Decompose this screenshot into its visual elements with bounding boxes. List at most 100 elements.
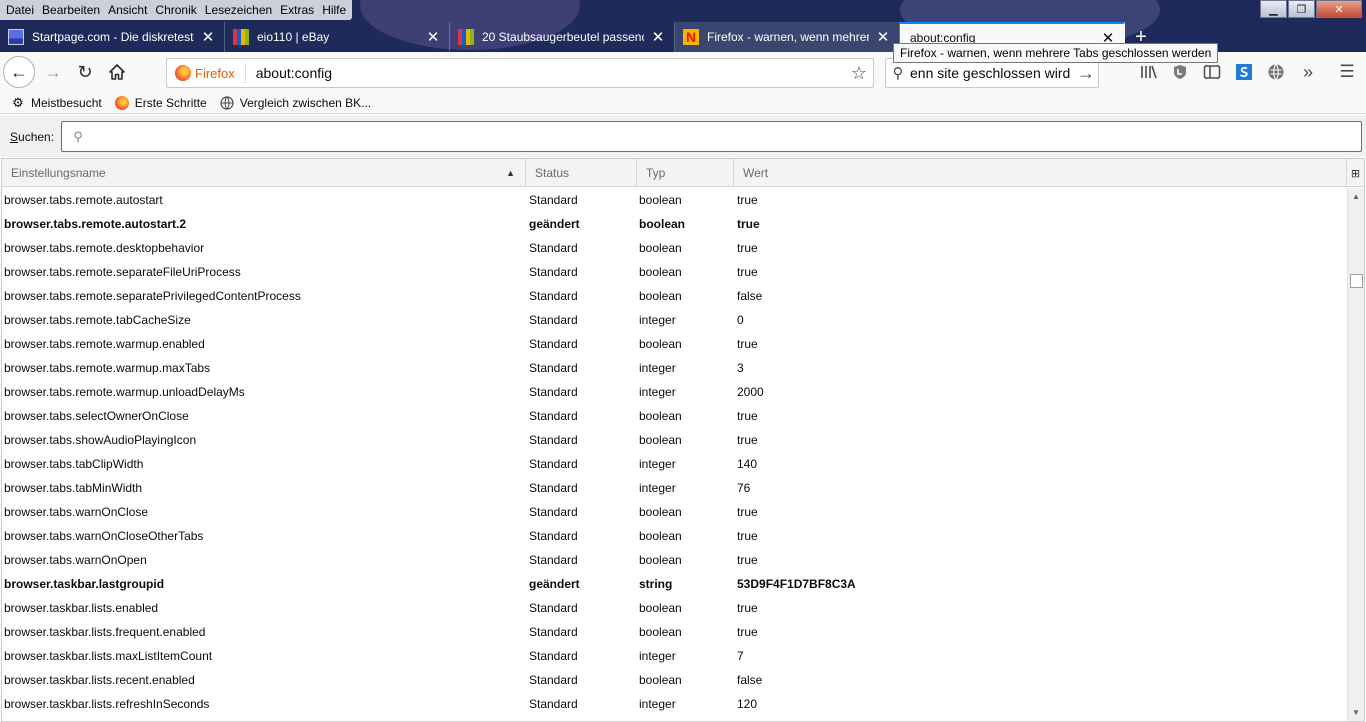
pref-name-cell: browser.tabs.remote.separatePrivilegedCo…	[4, 289, 301, 303]
pref-name-cell: browser.taskbar.lists.refreshInSeconds	[4, 697, 210, 711]
table-row[interactable]: browser.taskbar.lists.refreshInSeconds St…	[2, 692, 1348, 716]
pref-status-cell: Standard	[529, 385, 578, 399]
table-row[interactable]: browser.tabs.remote.separatePrivilegedCo…	[2, 284, 1348, 308]
column-header-name[interactable]: Einstellungsname ▲	[2, 159, 526, 187]
ublock-shield-icon[interactable]	[1168, 60, 1192, 84]
tab-staubsaugerbeutel[interactable]: 20 Staubsaugerbeutel passend ✕	[450, 22, 675, 52]
menu-bearbeiten[interactable]: Bearbeiten	[38, 0, 104, 20]
bookmark-vergleich[interactable]: Vergleich zwischen BK...	[219, 95, 371, 111]
minimize-button[interactable]: ▁	[1260, 0, 1287, 18]
table-row[interactable]: browser.tabs.warnOnCloseOtherTabs Standar…	[2, 524, 1348, 548]
tab-close-icon[interactable]: ✕	[650, 28, 666, 46]
pref-value-cell: 140	[737, 457, 758, 471]
url-text[interactable]: about:config	[256, 65, 845, 81]
column-picker-icon[interactable]: ⊞	[1346, 159, 1364, 187]
tab-ebay[interactable]: eio110 | eBay ✕	[225, 22, 450, 52]
star-icon[interactable]: ☆	[845, 63, 873, 84]
pref-name-cell: browser.tabs.warnOnCloseOtherTabs	[4, 529, 204, 543]
table-row[interactable]: browser.tabs.tabMinWidth Standard integer 7…	[2, 476, 1348, 500]
hamburger-menu-icon[interactable]: ☰	[1335, 60, 1359, 84]
overflow-chevron-icon[interactable]: »	[1296, 60, 1320, 84]
firefox-icon	[175, 65, 191, 81]
column-header-label: Wert	[743, 166, 769, 180]
maximize-button[interactable]: ❐	[1288, 0, 1315, 18]
table-row[interactable]: browser.tabs.remote.separateFileUriProce…	[2, 260, 1348, 284]
pref-value-cell: true	[737, 553, 758, 567]
url-bar[interactable]: Firefox about:config ☆	[166, 58, 874, 88]
menu-lesezeichen[interactable]: Lesezeichen	[201, 0, 276, 20]
table-row[interactable]: browser.tabs.remote.tabCacheSize Standard…	[2, 308, 1348, 332]
window-controls: ▁ ❐ ✕	[1259, 0, 1362, 18]
table-row[interactable]: browser.taskbar.lastgroupid geändert strin…	[2, 572, 1348, 596]
table-row[interactable]: browser.taskbar.lists.enabled Standard boo…	[2, 596, 1348, 620]
menu-datei[interactable]: Datei	[2, 0, 38, 20]
pref-type-cell: integer	[639, 361, 676, 375]
reload-button[interactable]: ↻	[69, 56, 101, 88]
pref-name-cell: browser.tabs.remote.autostart	[4, 193, 163, 207]
sidebar-icon[interactable]	[1200, 60, 1224, 84]
identity-box[interactable]: Firefox	[167, 65, 235, 81]
table-row[interactable]: browser.tabs.remote.warmup.maxTabs Standa…	[2, 356, 1348, 380]
menu-ansicht[interactable]: Ansicht	[104, 0, 151, 20]
pref-value-cell: true	[737, 625, 758, 639]
table-row[interactable]: browser.tabs.remote.autostart.2 geändert b…	[2, 212, 1348, 236]
menu-chronik[interactable]: Chronik	[151, 0, 200, 20]
pref-status-cell: Standard	[529, 505, 578, 519]
config-search-label: Suchen:	[10, 130, 55, 144]
table-row[interactable]: browser.taskbar.lists.maxListItemCount St…	[2, 644, 1348, 668]
config-filter-box[interactable]: ⚲	[61, 121, 1362, 152]
window-close-button[interactable]: ✕	[1316, 0, 1362, 18]
scroll-up-arrow-icon[interactable]: ▲	[1348, 188, 1364, 205]
table-row[interactable]: browser.tabs.tabClipWidth Standard integer…	[2, 452, 1348, 476]
column-header-label: Status	[535, 166, 570, 180]
table-row[interactable]: browser.tabs.showAudioPlayingIcon Standar…	[2, 428, 1348, 452]
forward-button[interactable]: →	[37, 56, 69, 88]
table-row[interactable]: browser.tabs.remote.desktopbehavior Stand…	[2, 236, 1348, 260]
table-row[interactable]: browser.tabs.selectOwnerOnClose Standard b…	[2, 404, 1348, 428]
table-row[interactable]: browser.tabs.warnOnOpen Standard boolean tr…	[2, 548, 1348, 572]
column-header-status[interactable]: Status	[526, 159, 637, 187]
back-button[interactable]: ←	[3, 56, 35, 88]
tab-startpage[interactable]: Startpage.com - Die diskreteste ✕	[0, 22, 225, 52]
search-icon[interactable]: ⚲	[886, 64, 910, 82]
tab-close-icon[interactable]: ✕	[425, 28, 441, 46]
vertical-scrollbar[interactable]: ▲ ▼	[1347, 188, 1364, 721]
tab-close-icon[interactable]: ✕	[200, 28, 216, 46]
pref-type-cell: boolean	[639, 289, 682, 303]
search-input[interactable]: enn site geschlossen wird	[910, 65, 1074, 81]
scroll-down-arrow-icon[interactable]: ▼	[1348, 704, 1364, 721]
ebay-icon	[458, 29, 474, 45]
table-row[interactable]: browser.tabs.warnOnClose Standard boolean t…	[2, 500, 1348, 524]
table-row[interactable]: browser.tabs.remote.warmup.enabled Standa…	[2, 332, 1348, 356]
news-n-icon: N	[683, 29, 699, 45]
pref-value-cell: true	[737, 265, 758, 279]
table-row[interactable]: browser.tabs.remote.warmup.unloadDelayMs…	[2, 380, 1348, 404]
menu-extras[interactable]: Extras	[276, 0, 318, 20]
globe-extension-icon[interactable]	[1264, 60, 1288, 84]
pref-type-cell: boolean	[639, 433, 682, 447]
config-search-input[interactable]	[90, 129, 1361, 144]
pref-name-cell: browser.tabs.showAudioPlayingIcon	[4, 433, 197, 447]
pref-status-cell: Standard	[529, 481, 578, 495]
table-row[interactable]: browser.taskbar.lists.recent.enabled Stan…	[2, 668, 1348, 692]
bookmark-meistbesucht[interactable]: ⚙ Meistbesucht	[10, 95, 102, 111]
table-row[interactable]: browser.taskbar.lists.frequent.enabled St…	[2, 620, 1348, 644]
column-header-value[interactable]: Wert	[734, 159, 1344, 187]
scrollbar-thumb[interactable]	[1350, 274, 1363, 288]
tab-close-icon[interactable]: ✕	[875, 28, 891, 46]
reload-icon: ↻	[77, 61, 93, 82]
home-button[interactable]	[101, 56, 133, 88]
column-header-label: Einstellungsname	[11, 166, 106, 180]
arrow-right-icon[interactable]: →	[1074, 63, 1098, 84]
s-extension-icon[interactable]	[1232, 60, 1256, 84]
column-header-type[interactable]: Typ	[637, 159, 734, 187]
bookmark-erste-schritte[interactable]: Erste Schritte	[114, 95, 207, 111]
pref-status-cell: geändert	[529, 217, 580, 231]
pref-value-cell: 0	[737, 313, 744, 327]
tab-firefox-warnen[interactable]: N Firefox - warnen, wenn mehrere ✕	[675, 22, 900, 52]
menu-hilfe[interactable]: Hilfe	[318, 0, 350, 20]
pref-type-cell: integer	[639, 313, 676, 327]
table-row[interactable]: browser.tabs.remote.autostart Standard boo…	[2, 188, 1348, 212]
pref-type-cell: boolean	[639, 529, 682, 543]
library-icon[interactable]	[1137, 60, 1161, 84]
